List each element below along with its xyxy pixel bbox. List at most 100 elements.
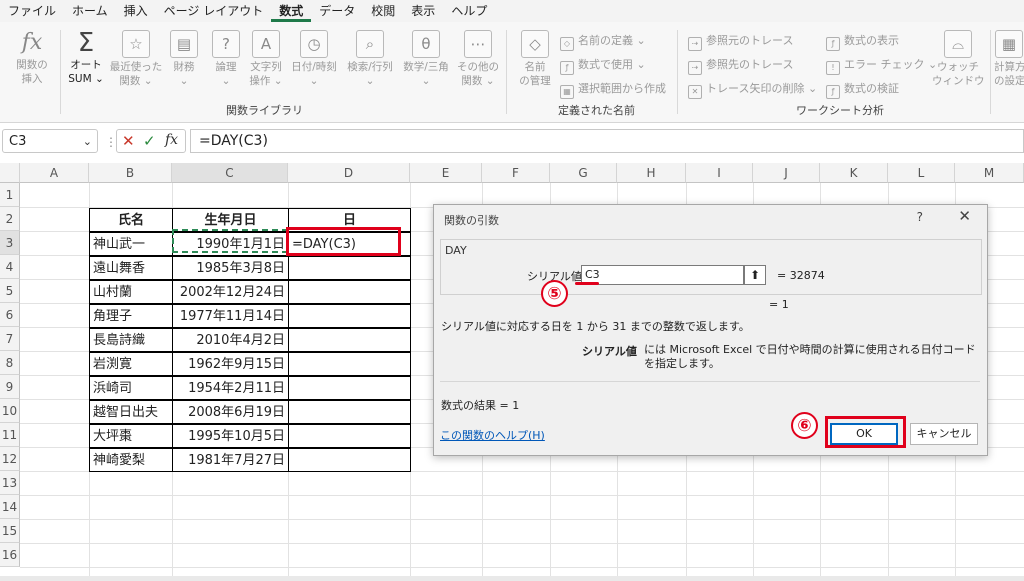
row-header[interactable]: 11 — [0, 423, 20, 447]
column-header[interactable]: F — [482, 163, 550, 183]
menu-tab[interactable]: ホーム — [64, 0, 116, 22]
check-icon[interactable]: ✓ — [143, 132, 156, 150]
name-manager-button[interactable]: ◇ 名前 の管理 — [514, 30, 556, 88]
help-icon[interactable]: ? — [917, 210, 923, 224]
birthdate-cell[interactable]: 1985年3月8日 — [172, 256, 289, 280]
day-cell[interactable] — [288, 304, 411, 328]
column-header[interactable]: M — [955, 163, 1024, 183]
column-header[interactable]: A — [20, 163, 89, 183]
column-header[interactable]: C — [172, 163, 288, 183]
row-header[interactable]: 12 — [0, 447, 20, 471]
define-name-button[interactable]: ◇ 名前の定義 ⌄ — [560, 32, 646, 51]
menu-tab[interactable]: データ — [311, 0, 363, 22]
day-cell[interactable] — [288, 400, 411, 424]
row-header[interactable]: 6 — [0, 303, 20, 327]
day-cell[interactable] — [288, 256, 411, 280]
row-header[interactable]: 10 — [0, 399, 20, 423]
name-cell[interactable]: 遠山舞香 — [89, 256, 173, 280]
show-formulas-button[interactable]: ƒ 数式の表示 — [826, 32, 899, 51]
menu-tab[interactable]: ヘルプ — [443, 0, 495, 22]
menu-tab[interactable]: ページ レイアウト — [156, 0, 272, 22]
menu-tab[interactable]: 校閲 — [363, 0, 403, 22]
row-header[interactable]: 4 — [0, 255, 20, 279]
day-cell[interactable] — [288, 352, 411, 376]
day-cell[interactable] — [288, 448, 411, 472]
error-check-button[interactable]: ! エラー チェック ⌄ — [826, 56, 937, 75]
close-icon[interactable]: ✕ — [958, 207, 971, 225]
name-cell[interactable]: 大坪棗 — [89, 424, 173, 448]
name-cell[interactable]: 岩渕寛 — [89, 352, 173, 376]
formula-input[interactable]: =DAY(C3) — [190, 129, 1024, 153]
recent-functions-button[interactable]: ☆ 最近使った 関数 ⌄ — [108, 30, 164, 88]
create-from-selection-button[interactable]: ▦ 選択範囲から作成 — [560, 80, 666, 99]
use-in-formula-button[interactable]: ƒ 数式で使用 ⌄ — [560, 56, 646, 75]
name-box[interactable]: C3 ⌄ — [2, 129, 98, 153]
menu-tab[interactable]: 表示 — [403, 0, 443, 22]
row-header[interactable]: 9 — [0, 375, 20, 399]
cancel-icon[interactable]: ✕ — [122, 132, 135, 150]
trace-dependents-button[interactable]: ⇢ 参照先のトレース — [688, 56, 793, 75]
column-header[interactable]: I — [686, 163, 753, 183]
math-button[interactable]: θ 数学/三角 ⌄ — [399, 30, 453, 88]
menu-tab[interactable]: ファイル — [0, 0, 64, 22]
calc-options-button[interactable]: ▦ 計算方 の設定 — [994, 30, 1024, 88]
row-header[interactable]: 8 — [0, 351, 20, 375]
row-header[interactable]: 2 — [0, 207, 20, 231]
autosum-button[interactable]: Σ オート SUM ⌄ — [64, 30, 108, 86]
birthdate-cell[interactable]: 2008年6月19日 — [172, 400, 289, 424]
insert-function-button[interactable]: fx 関数の 挿入 — [10, 30, 54, 86]
row-header[interactable]: 1 — [0, 183, 20, 207]
column-header[interactable]: B — [89, 163, 172, 183]
menu-tab[interactable]: 挿入 — [116, 0, 156, 22]
day-cell[interactable] — [288, 328, 411, 352]
fx-icon[interactable]: fx — [165, 132, 178, 148]
function-help-link[interactable]: この関数のヘルプ(H) — [440, 427, 545, 443]
lookup-button[interactable]: ⌕ 検索/行列 ⌄ — [343, 30, 397, 88]
birthdate-cell[interactable]: 2010年4月2日 — [172, 328, 289, 352]
column-header[interactable]: J — [753, 163, 820, 183]
column-header[interactable]: E — [410, 163, 482, 183]
column-header[interactable]: D — [288, 163, 410, 183]
name-cell[interactable]: 長島詩織 — [89, 328, 173, 352]
row-header[interactable]: 5 — [0, 279, 20, 303]
ok-button[interactable]: OK — [830, 423, 898, 445]
birthdate-cell[interactable]: 1954年2月11日 — [172, 376, 289, 400]
birthdate-cell[interactable]: 1995年10月5日 — [172, 424, 289, 448]
birthdate-cell[interactable]: 2002年12月24日 — [172, 280, 289, 304]
birthdate-cell[interactable]: 1977年11月14日 — [172, 304, 289, 328]
remove-arrows-button[interactable]: ✕ トレース矢印の削除 ⌄ — [688, 80, 817, 99]
column-header[interactable]: K — [820, 163, 888, 183]
cancel-button[interactable]: キャンセル — [910, 423, 978, 445]
name-cell[interactable]: 山村蘭 — [89, 280, 173, 304]
row-header[interactable]: 3 — [0, 231, 20, 255]
day-cell[interactable] — [288, 424, 411, 448]
trace-precedents-button[interactable]: ⇢ 参照元のトレース — [688, 32, 793, 51]
name-cell[interactable]: 角理子 — [89, 304, 173, 328]
birthdate-cell[interactable]: 1981年7月27日 — [172, 448, 289, 472]
watch-window-button[interactable]: ⌓ ウォッチ ウィンドウ — [932, 30, 985, 88]
row-header[interactable]: 7 — [0, 327, 20, 351]
logical-button[interactable]: ? 論理 ⌄ — [208, 30, 244, 88]
column-header[interactable]: H — [617, 163, 686, 183]
name-cell[interactable]: 神崎愛梨 — [89, 448, 173, 472]
column-header[interactable]: L — [888, 163, 955, 183]
chevron-down-icon[interactable]: ⌄ — [83, 130, 92, 154]
name-cell[interactable]: 越智日出夫 — [89, 400, 173, 424]
row-header[interactable]: 13 — [0, 471, 20, 495]
birthdate-cell[interactable]: 1962年9月15日 — [172, 352, 289, 376]
name-cell[interactable]: 浜崎司 — [89, 376, 173, 400]
financial-button[interactable]: ▤ 財務 ⌄ — [166, 30, 202, 88]
day-cell[interactable]: =DAY(C3) — [288, 232, 411, 256]
datetime-button[interactable]: ◷ 日付/時刻 ⌄ — [287, 30, 341, 88]
day-cell[interactable] — [288, 376, 411, 400]
menu-tab[interactable]: 数式 — [271, 0, 312, 22]
name-cell[interactable]: 神山武一 — [89, 232, 173, 256]
collapse-dialog-icon[interactable]: ⬆ — [744, 265, 766, 285]
evaluate-formula-button[interactable]: ƒ 数式の検証 — [826, 80, 899, 99]
select-all-corner[interactable] — [0, 163, 20, 183]
text-functions-button[interactable]: A 文字列 操作 ⌄ — [246, 30, 286, 88]
row-header[interactable]: 14 — [0, 495, 20, 519]
row-header[interactable]: 16 — [0, 543, 20, 567]
more-functions-button[interactable]: ⋯ その他の 関数 ⌄ — [456, 30, 500, 88]
column-header[interactable]: G — [550, 163, 617, 183]
